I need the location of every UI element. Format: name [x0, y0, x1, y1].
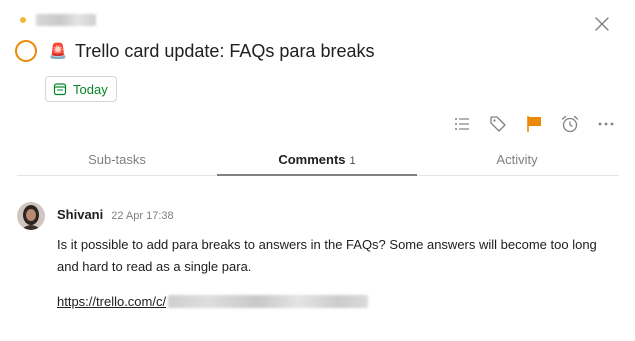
subtasks-button[interactable]	[450, 112, 474, 136]
priority-button[interactable]	[522, 112, 546, 136]
project-breadcrumb[interactable]	[20, 12, 96, 28]
trello-link[interactable]: https://trello.com/c/	[57, 294, 166, 309]
close-button[interactable]	[590, 12, 614, 36]
tab-activity[interactable]: Activity	[417, 145, 617, 175]
task-title[interactable]: Trello card update: FAQs para breaks	[75, 41, 374, 62]
comment-text: Is it possible to add para breaks to ans…	[57, 237, 597, 274]
due-date-label: Today	[73, 81, 108, 97]
link-path-redacted	[168, 295, 369, 308]
tab-label: Comments	[278, 152, 346, 167]
project-color-dot	[20, 17, 26, 23]
calendar-icon	[53, 83, 67, 96]
tab-label: Sub-tasks	[88, 152, 146, 167]
tab-sub-tasks[interactable]: Sub-tasks	[17, 145, 217, 175]
close-icon	[595, 17, 609, 31]
task-toolbar	[450, 112, 618, 136]
detail-tabs: Sub-tasks Comments 1 Activity	[17, 145, 619, 176]
project-name-redacted	[36, 14, 96, 26]
user-avatar-image	[17, 202, 45, 230]
comment-author: Shivani	[57, 207, 104, 222]
more-actions-button[interactable]	[594, 112, 618, 136]
task-complete-checkbox[interactable]	[15, 40, 37, 62]
task-title-row: 🚨 Trello card update: FAQs para breaks	[15, 40, 374, 62]
comment-header: Shivani 22 Apr 17:38	[57, 207, 174, 222]
due-date-button[interactable]: Today	[45, 76, 117, 102]
flag-icon	[527, 116, 541, 132]
avatar[interactable]	[17, 202, 45, 230]
comment-link-row: https://trello.com/c/	[57, 294, 369, 309]
labels-button[interactable]	[486, 112, 510, 136]
label-icon	[490, 116, 506, 132]
more-icon	[598, 122, 614, 126]
list-icon	[455, 118, 469, 130]
siren-emoji: 🚨	[48, 43, 68, 60]
tab-comments[interactable]: Comments 1	[217, 145, 417, 176]
tab-label: Activity	[496, 152, 538, 167]
comment-count: 1	[349, 155, 356, 167]
comment-timestamp: 22 Apr 17:38	[111, 210, 174, 222]
alarm-icon	[561, 115, 579, 133]
reminders-button[interactable]	[558, 112, 582, 136]
